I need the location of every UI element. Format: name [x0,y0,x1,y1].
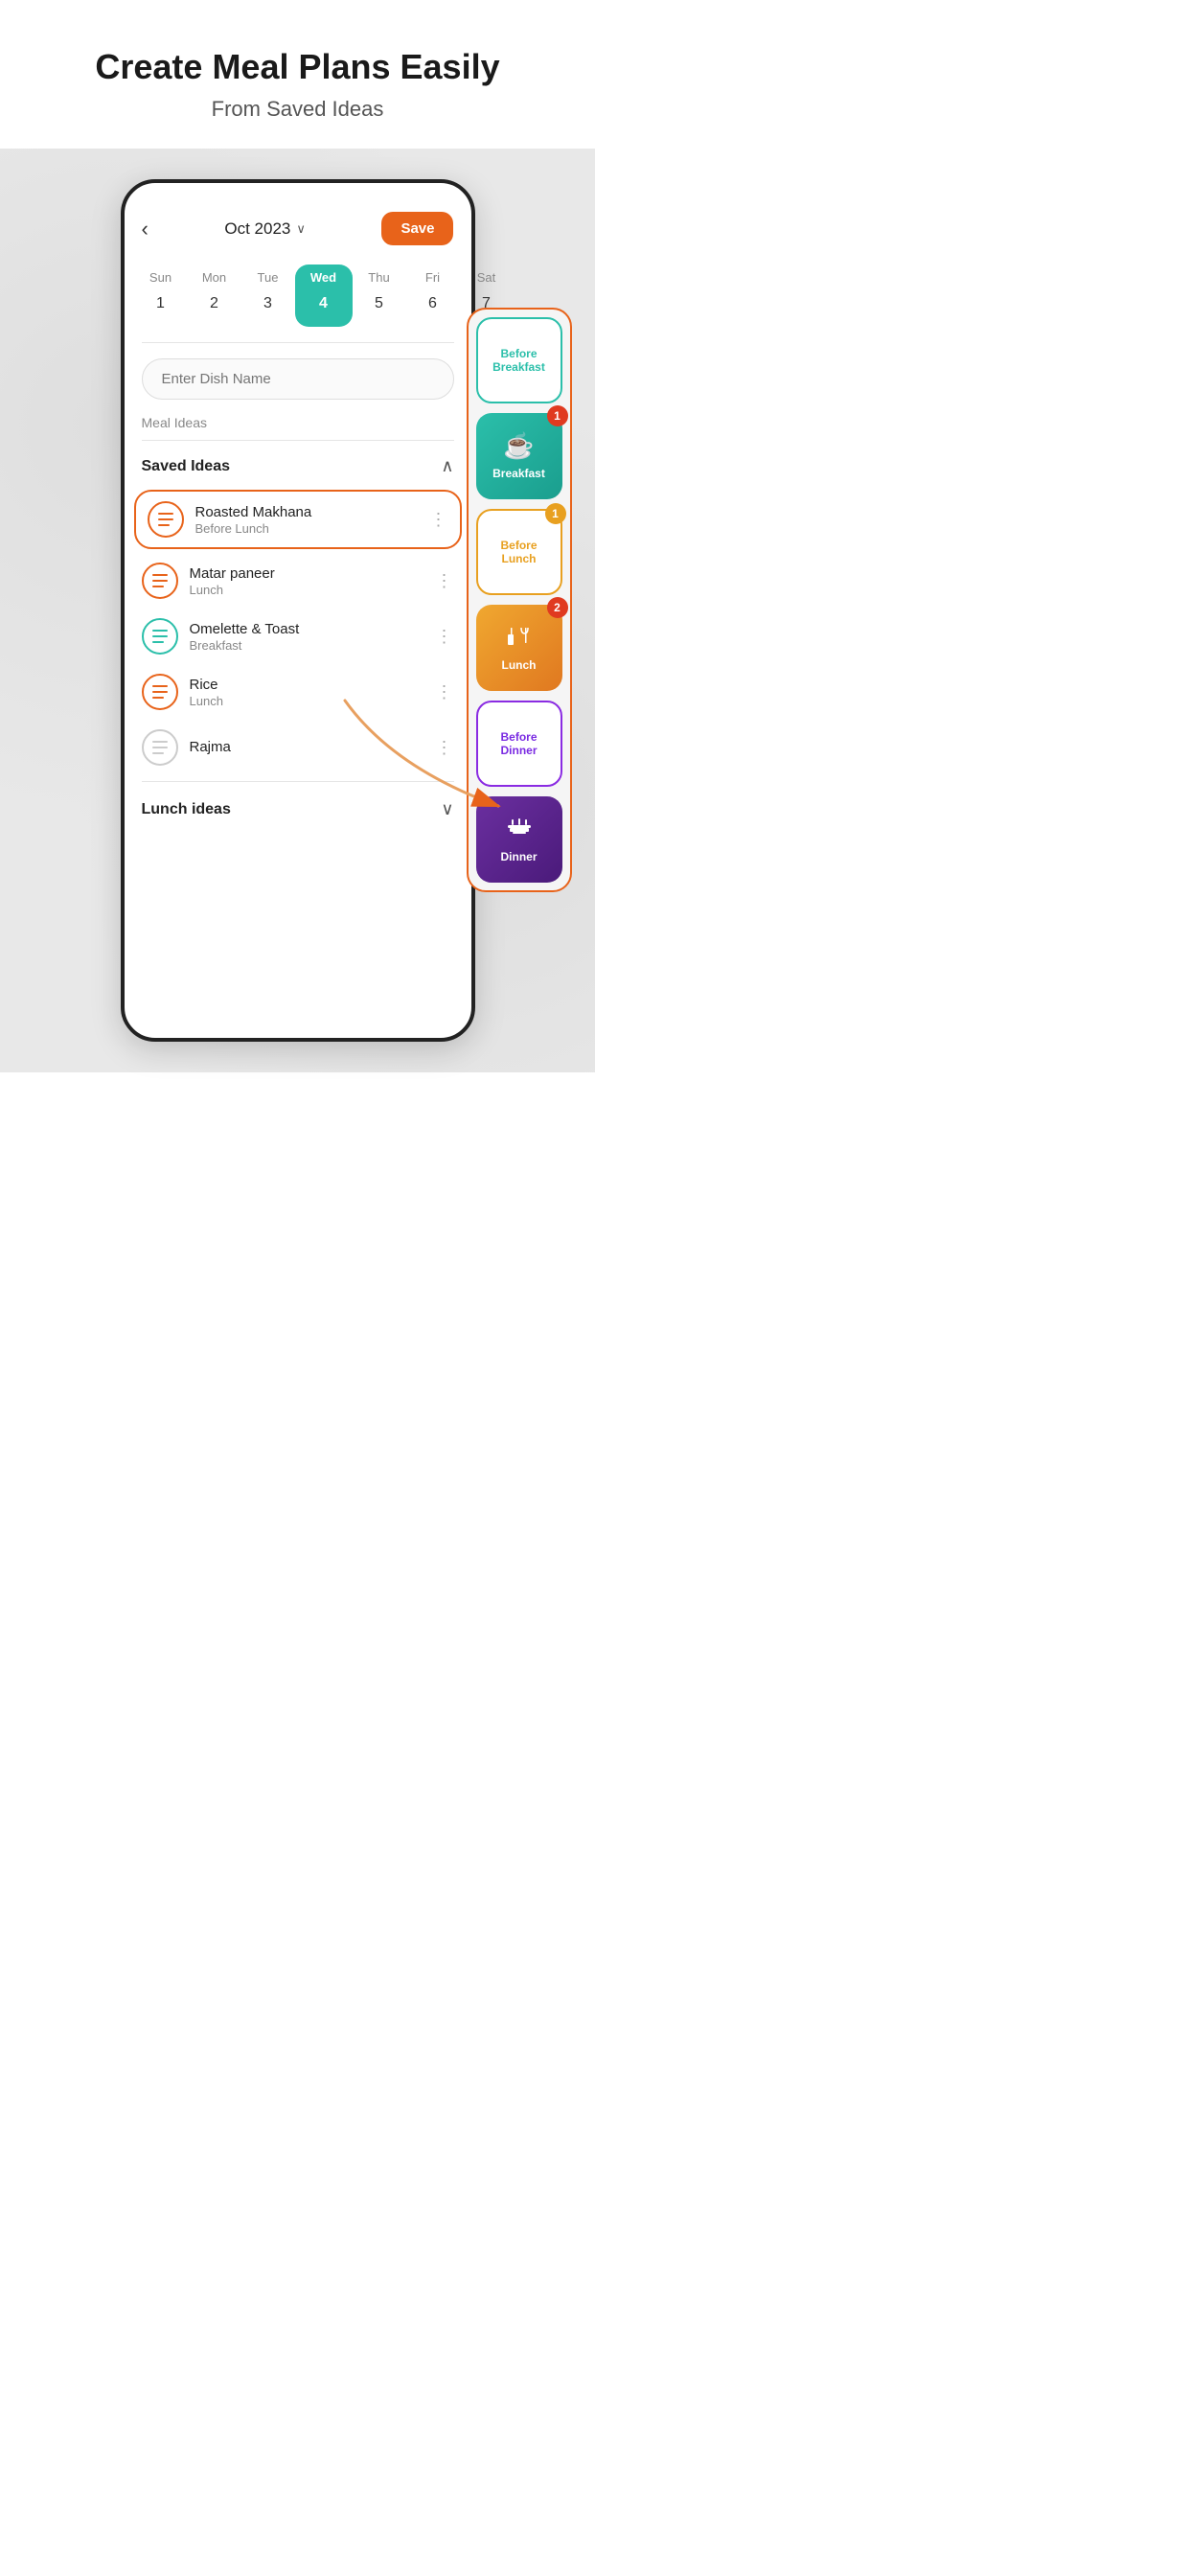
category-label: BeforeBreakfast [492,347,545,375]
meal-time: Breakfast [190,638,424,653]
meal-name: Omelette & Toast [190,621,424,637]
meal-more-icon[interactable]: ⋮ [436,627,454,647]
category-lunch[interactable]: 2 Lunch [476,605,562,691]
dish-input-wrap [125,343,471,409]
hero-subtitle: From Saved Ideas [23,97,572,122]
app-header: ‹ Oct 2023 ∨ Save [125,202,471,257]
collapse-icon: ∧ [441,456,453,476]
month-label: Oct 2023 [224,219,290,239]
meal-icon [148,501,184,538]
category-badge: 2 [547,597,568,618]
day-name: Sun [149,270,172,285]
meal-time: Lunch [190,694,424,708]
meal-info: Matar paneer Lunch [190,565,424,597]
back-button[interactable]: ‹ [142,217,149,242]
dish-input[interactable] [142,358,454,400]
month-selector[interactable]: Oct 2023 ∨ [224,219,306,239]
calendar-row: Sun 1 Mon 2 Tue 3 Wed 4 [125,257,471,342]
phone-frame: ‹ Oct 2023 ∨ Save Sun 1 Mon 2 [121,179,475,1042]
bottom-spacer [125,825,471,863]
phone-section: ‹ Oct 2023 ∨ Save Sun 1 Mon 2 [0,149,595,1072]
meal-icon [142,674,178,710]
meal-icon [142,618,178,655]
meal-name: Rice [190,677,424,693]
category-badge: 1 [547,405,568,426]
breakfast-icon: ☕ [503,431,534,461]
meal-time: Before Lunch [195,521,419,536]
meal-item-omelette-toast[interactable]: Omelette & Toast Breakfast ⋮ [125,609,471,664]
dinner-icon [505,815,534,844]
day-num: 2 [197,287,232,321]
sidebar-categories: BeforeBreakfast 1 ☕ Breakfast 1 BeforeLu… [467,308,572,892]
day-name: Tue [258,270,279,285]
category-before-dinner[interactable]: BeforeDinner [476,701,562,787]
meal-name: Matar paneer [190,565,424,582]
day-num: 4 [307,287,341,321]
meal-ideas-label: Meal Ideas [125,409,471,434]
meal-info: Rice Lunch [190,677,424,708]
meal-more-icon[interactable]: ⋮ [436,571,454,591]
day-name: Thu [368,270,389,285]
saved-ideas-title: Saved Ideas [142,458,231,475]
day-name: Fri [425,270,440,285]
chevron-down-icon: ∨ [296,221,306,237]
cal-day-tue[interactable]: Tue 3 [241,264,295,327]
lunch-ideas-header[interactable]: Lunch ideas ∨ [125,788,471,825]
cal-day-wed-active[interactable]: Wed 4 [295,264,353,327]
meal-item-rajma[interactable]: Rajma ⋮ [125,720,471,775]
day-num: 6 [416,287,450,321]
category-breakfast[interactable]: 1 ☕ Breakfast [476,413,562,499]
day-num: 5 [362,287,397,321]
day-num: 1 [144,287,178,321]
category-badge: 1 [545,503,566,524]
meal-item-rice[interactable]: Rice Lunch ⋮ [125,664,471,720]
lunch-ideas-title: Lunch ideas [142,801,231,818]
meal-icon [142,563,178,599]
meal-more-icon[interactable]: ⋮ [436,682,454,702]
category-label: BeforeDinner [500,730,537,758]
meal-more-icon[interactable]: ⋮ [436,738,454,758]
meal-info: Omelette & Toast Breakfast [190,621,424,653]
category-before-lunch[interactable]: 1 BeforeLunch [476,509,562,595]
cal-day-fri[interactable]: Fri 6 [406,264,460,327]
meal-more-icon[interactable]: ⋮ [430,510,448,530]
cal-day-sun[interactable]: Sun 1 [134,264,188,327]
meal-info: Rajma [190,739,424,756]
day-name: Wed [310,270,336,285]
meal-time: Lunch [190,583,424,597]
category-dinner[interactable]: Dinner [476,796,562,883]
meal-info: Roasted Makhana Before Lunch [195,504,419,536]
expand-icon: ∨ [441,799,453,819]
meal-item-matar-paneer[interactable]: Matar paneer Lunch ⋮ [125,553,471,609]
day-name: Mon [202,270,226,285]
meal-name: Roasted Makhana [195,504,419,520]
category-label: Dinner [500,850,537,863]
divider2 [142,440,454,441]
day-num: 3 [251,287,286,321]
category-label: Breakfast [492,467,545,480]
category-label: BeforeLunch [500,539,537,566]
lunch-icon [506,623,533,653]
cal-day-mon[interactable]: Mon 2 [188,264,241,327]
category-before-breakfast[interactable]: BeforeBreakfast [476,317,562,403]
hero-title: Create Meal Plans Easily [23,46,572,87]
day-name: Sat [477,270,496,285]
saved-ideas-header[interactable]: Saved Ideas ∧ [125,447,471,486]
divider3 [142,781,454,782]
category-label: Lunch [502,658,537,672]
meal-item-roasted-makhana[interactable]: Roasted Makhana Before Lunch ⋮ [134,490,462,549]
meal-name: Rajma [190,739,424,755]
save-button[interactable]: Save [381,212,453,245]
meal-icon [142,729,178,766]
hero-section: Create Meal Plans Easily From Saved Idea… [0,0,595,149]
cal-day-thu[interactable]: Thu 5 [353,264,406,327]
